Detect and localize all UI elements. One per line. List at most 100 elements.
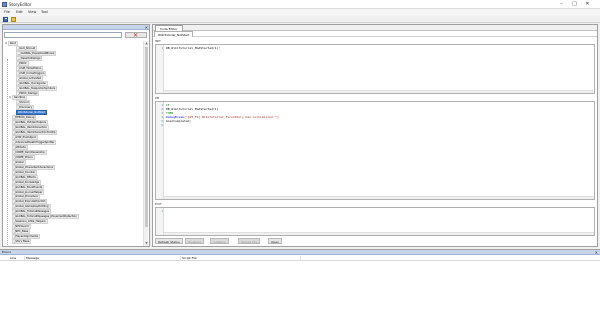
line-gutter [156,45,164,93]
errors-column-header: Line Message Script File [0,256,600,261]
tree-node[interactable]: _GLO_Shroud [13,45,38,51]
tree-node[interactable]: _Global [9,159,26,165]
tree-node[interactable]: _AdvancedDeathTriggerSpotter [9,140,57,145]
search-row: ✕ [4,31,148,39]
code-line: 1 DB_WikiTutorial_ModStarted(1); [156,46,594,50]
scroll-thumb[interactable] [145,47,148,227]
tree-node[interactable]: _Global_CharacterInteractions [9,164,56,170]
app-icon [2,2,7,7]
tree-node[interactable]: _Shroud [13,100,31,106]
tree-node[interactable]: _GLOBAL_Effects [9,174,38,180]
kb-section-label: KB [155,96,160,100]
tree-node[interactable]: _GLOBAL_HiddenHelpers [9,120,49,126]
refresh-status-button[interactable]: Refresh Status [155,238,183,244]
column-script-file[interactable]: Script File [181,256,301,261]
code-line: 1 [156,209,594,213]
line-number: 1 [161,209,163,213]
panel-header: ✕ [3,25,149,30]
tree-node[interactable]: ⊟ Sandbox [9,95,28,101]
exit-hscrollbar[interactable] [164,232,594,235]
code-editor-panel: Code Editor WikiTutorial_NotStart INIT 1… [152,24,598,247]
tree-node[interactable]: _CRIME_ItemOwnership [9,149,47,155]
tab-wikitutorial-notstart[interactable]: WikiTutorial_NotStart [154,31,194,37]
search-input[interactable] [4,32,122,38]
column-message[interactable]: Message [25,256,181,261]
code-line: 6 [156,123,594,127]
open-icon[interactable] [11,17,16,22]
errors-title: Errors [2,250,11,254]
tree-node[interactable]: _NPC_Base [9,229,31,235]
initialize-button[interactable]: Initialize [210,238,229,244]
clear-search-button[interactable]: ✕ [125,32,147,39]
open-button[interactable]: Open [268,238,283,244]
tree-node[interactable]: _DEBUG_Debug [9,115,37,121]
menu-edit[interactable]: Edit [16,10,23,14]
init-section-label: INIT [155,39,161,43]
menu-view[interactable]: View [28,10,36,14]
tree-node[interactable]: ⊟ Root [5,41,18,46]
tree-node-label: _Story Base [12,239,32,244]
tree-node[interactable]: _CRIME_Prison [9,154,35,160]
init-hscrollbar[interactable] [164,90,594,93]
kb-code-editor[interactable]: 1 IF 2 DB_WikiTutorial_ModStarted(1) 3 THEN 4 D… [155,101,595,200]
tree-guide-line [7,59,8,246]
menu-tool[interactable]: Tool [41,10,48,14]
code-text: DB_WikiTutorial_ModStarted(1); [164,46,220,50]
errors-header: Errors ✕ [0,250,600,255]
clear-icon: ✕ [133,32,139,39]
tree-node[interactable]: _Discovery [13,105,35,111]
scroll-down-icon[interactable]: ▼ [144,241,149,246]
maximize-button[interactable]: □ [570,1,579,8]
tree-node[interactable]: _GLOBAL_Quickguide [13,80,48,86]
tree-node[interactable]: _PROC_Dialogs [13,90,40,96]
menu-bar: File Edit View Tool [0,9,600,16]
tree-node[interactable]: WikiTutorial_NotStart [13,110,48,116]
tree-node[interactable]: _NPCGuard [9,224,31,230]
tree-node[interactable]: _Global_Counter [9,169,38,175]
minimize-button[interactable]: – [557,1,566,8]
tree-node[interactable]: _CSM_CrimeTriggers [13,70,47,76]
editor-bottom-tabs: Refresh Status Disabled Initialize Reloa… [155,238,595,245]
window-title: StoryEditor [9,2,32,7]
save-icon[interactable] [3,17,8,22]
close-window-button[interactable]: ✕ [583,1,592,8]
scroll-up-icon[interactable]: ▲ [144,41,149,46]
tree-node[interactable]: _Global_Knowledge [9,179,42,185]
close-icon[interactable]: ✕ [145,25,148,30]
reload-file-button[interactable]: Reload File [238,238,261,244]
tree-node[interactable]: _PROC [13,60,29,66]
story-tree-panel: ✕ ✕ ⊟ Root _GLO_Shroud __GLOBAL_EquipmentBo… [2,24,150,247]
tree-node[interactable]: _GLOBAL_ItemInteraction [9,125,49,131]
tree-node[interactable]: _Global_Activated [13,75,44,81]
line-number: 6 [161,123,163,127]
toolbar [0,16,600,23]
init-code-editor[interactable]: 1 DB_WikiTutorial_ModStarted(1); [155,44,595,94]
tree-node[interactable]: __DesertoDialogs [13,55,43,61]
tree-node[interactable]: _GLOBAL_BookEvents [9,184,45,190]
tree-node[interactable]: _GLOBAL_ItemInteractionTooltip [9,130,58,136]
tree-node[interactable]: _GLOBAL_TutorialMessages_MovementDetecti… [9,214,79,220]
kb-hscrollbar[interactable] [164,196,594,199]
menu-file[interactable]: File [4,10,10,14]
tree-node[interactable]: _CSM_TimeMotion [13,65,44,71]
story-tree[interactable]: ⊟ Root _GLO_Shroud __GLOBAL_EquipmentBonus _… [4,41,143,246]
tree-node[interactable]: _GTW_PreOutput [9,135,38,141]
tree-node[interactable]: _GLOBAL_TutorialMessages [9,209,52,215]
code-token: DB_WikiTutorial_ModStarted(1); [166,46,221,50]
close-icon[interactable]: ✕ [595,250,598,255]
tree-node[interactable]: _Attitude [9,144,28,150]
title-bar: StoryEditor – □ ✕ [0,0,600,9]
tree-node[interactable]: _GLOBAL_TeleporterSymbols [13,85,58,91]
tree-node[interactable]: __GLOBAL_EquipmentBonus [13,50,57,56]
tree-node[interactable]: _Global_GameplayProfiling [9,204,51,210]
column-line[interactable]: Line [9,256,25,261]
exit-code-editor[interactable]: 1 [155,207,595,236]
tree-node[interactable]: _Story Base [9,239,32,244]
tree-node[interactable]: _Sessions_Little_Helpers [9,219,48,225]
tree-node[interactable]: _Global_Procedure [9,194,40,200]
tree-node[interactable]: _Global_ExecuteProcCtrl [9,199,48,205]
tree-node[interactable]: _PlayerAlignments [9,234,41,240]
disabled-button[interactable]: Disabled [185,238,205,244]
tree-scrollbar[interactable]: ▲ ▼ [143,41,148,246]
tree-node[interactable]: _Global_JournalHelper [9,189,45,195]
